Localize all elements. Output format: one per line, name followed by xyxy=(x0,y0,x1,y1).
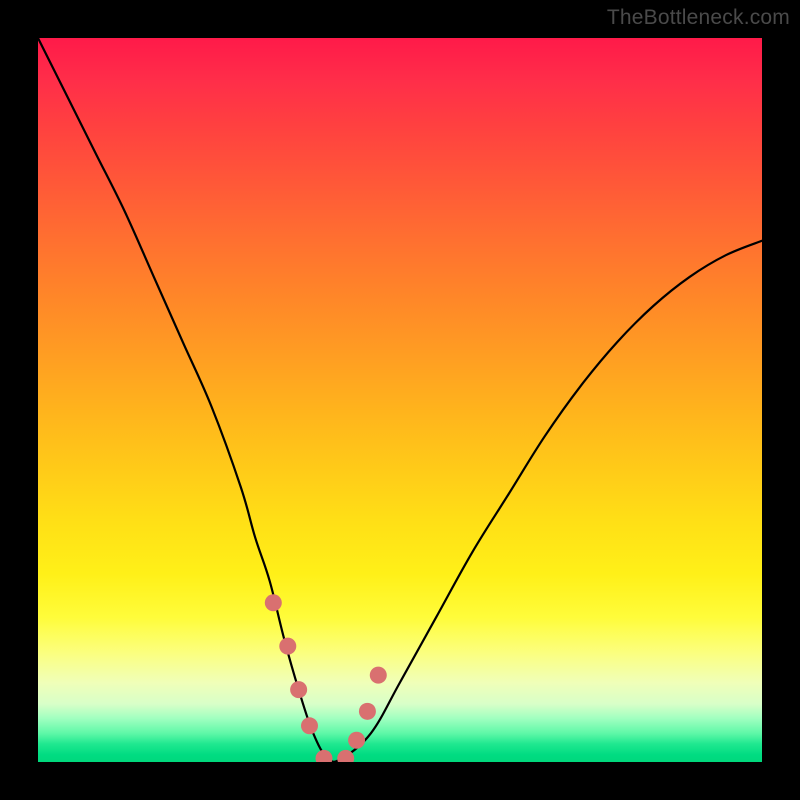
curve-marker xyxy=(265,594,282,611)
chart-svg xyxy=(38,38,762,762)
curve-marker xyxy=(370,667,387,684)
curve-marker xyxy=(290,681,307,698)
curve-marker xyxy=(348,732,365,749)
curve-marker xyxy=(279,638,296,655)
watermark-text: TheBottleneck.com xyxy=(607,6,790,30)
chart-plot-area xyxy=(38,38,762,762)
curve-marker xyxy=(359,703,376,720)
curve-marker xyxy=(301,717,318,734)
bottleneck-curve xyxy=(38,38,762,762)
curve-marker xyxy=(315,750,332,762)
